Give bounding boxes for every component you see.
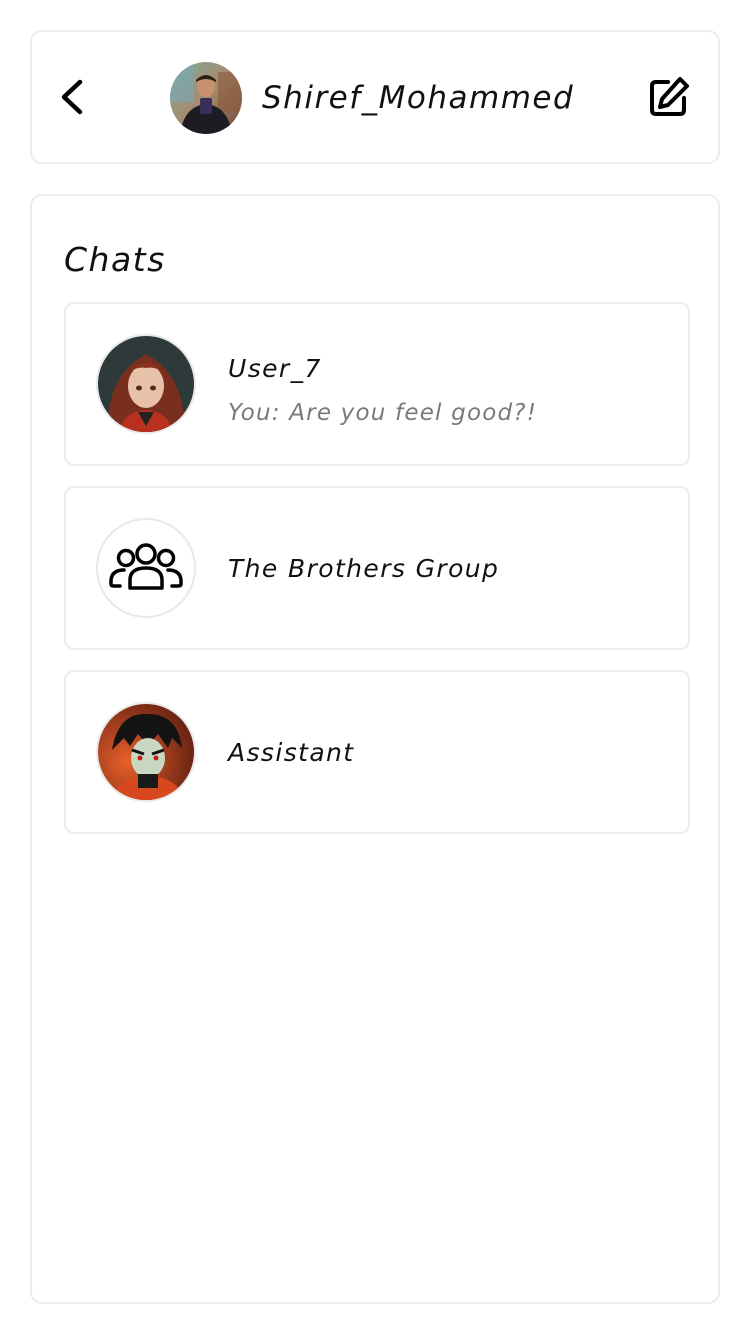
section-title: Chats — [64, 240, 166, 279]
edit-button[interactable] — [646, 74, 692, 120]
chats-panel: Chats User_7 You: Are you feel good?! Th… — [30, 194, 720, 1304]
chat-name: Assistant — [228, 738, 355, 767]
profile-avatar[interactable] — [170, 62, 242, 134]
chat-item-user-7[interactable]: User_7 You: Are you feel good?! — [64, 302, 690, 466]
edit-pencil-icon — [650, 77, 689, 116]
anime-girl-avatar — [96, 334, 196, 434]
chat-item-assistant[interactable]: Assistant — [64, 670, 690, 834]
top-header: Shiref_Mohammed — [30, 30, 720, 164]
back-button[interactable] — [54, 72, 98, 122]
chat-item-the-brothers-group[interactable]: The Brothers Group — [64, 486, 690, 650]
profile-photo — [170, 62, 242, 134]
group-icon — [109, 543, 183, 590]
profile-name: Shiref_Mohammed — [262, 80, 575, 116]
chevron-left-icon — [61, 79, 83, 115]
chat-name: User_7 — [228, 354, 322, 383]
chat-name: The Brothers Group — [228, 554, 500, 583]
chat-preview: You: Are you feel good?! — [228, 400, 538, 426]
group-avatar — [96, 518, 196, 618]
anime-boy-avatar — [96, 702, 196, 802]
